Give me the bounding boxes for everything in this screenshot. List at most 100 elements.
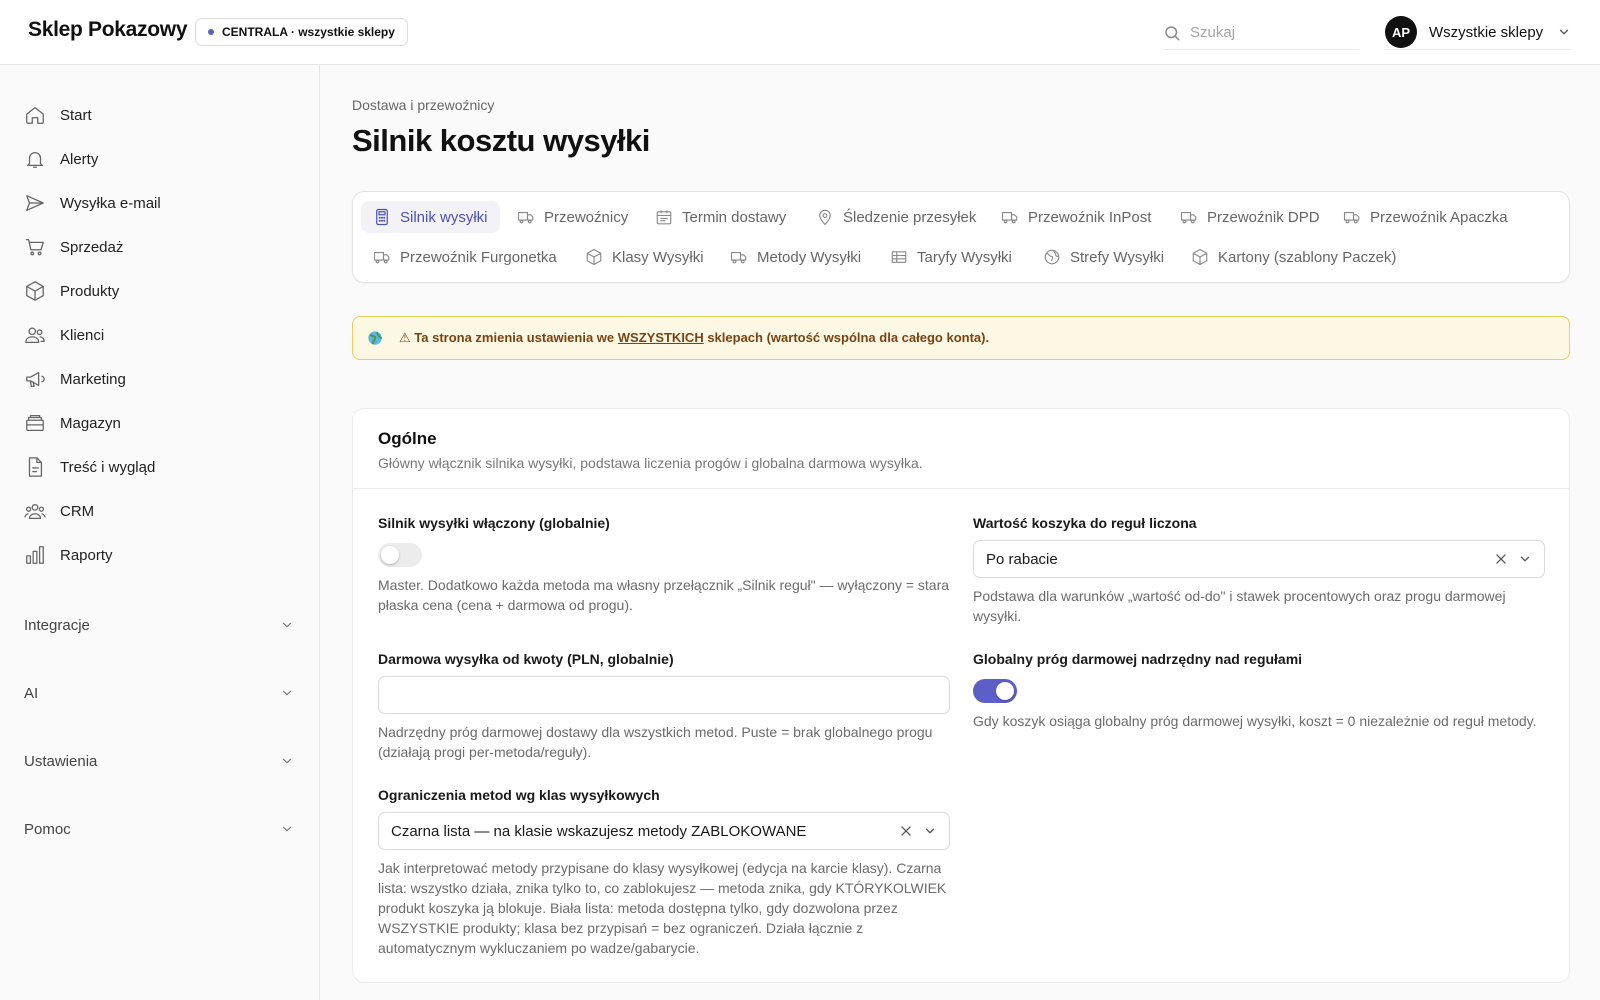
sidebar-item-label: Treść i wygląd — [60, 458, 156, 476]
tab-przewoznik-dpd[interactable]: Przewoźnik DPD — [1168, 201, 1332, 233]
field-label: Ograniczenia metod wg klas wysyłkowych — [378, 787, 660, 803]
field-class-restrictions: Ograniczenia metod wg klas wysyłkowych C… — [378, 787, 950, 958]
field-free-shipping-from: Darmowa wysyłka od kwoty (PLN, globalnie… — [378, 651, 950, 762]
tab-label: Przewoźnik Apaczka — [1370, 208, 1508, 226]
tab-label: Przewoźnik InPost — [1028, 208, 1152, 226]
sidebar-item-marketing[interactable]: Marketing — [24, 365, 126, 393]
store-switcher-label: Wszystkie sklepy — [1429, 23, 1544, 41]
tab-label: Taryfy Wysyłki — [917, 248, 1012, 266]
section-description: Główny włącznik silnika wysyłki, podstaw… — [378, 455, 923, 471]
cart-value-basis-select[interactable]: Po rabacie — [973, 540, 1545, 578]
free-shipping-amount-input[interactable] — [378, 676, 950, 714]
search-box[interactable] — [1163, 16, 1359, 50]
tab-label: Termin dostawy — [682, 208, 787, 226]
tab-przewoznik-apaczka[interactable]: Przewoźnik Apaczka — [1331, 201, 1520, 233]
megaphone-icon — [24, 368, 46, 390]
tab-metody-wysylki[interactable]: Metody Wysyłki — [718, 241, 873, 273]
sidebar-group-label: Integracje — [24, 616, 90, 634]
sidebar-item-produkty[interactable]: Produkty — [24, 277, 119, 305]
tab-silnik-wysylki[interactable]: Silnik wysyłki — [361, 201, 500, 233]
tab-label: Przewoźnik DPD — [1207, 208, 1320, 226]
sidebar-item-tresc-i-wyglad[interactable]: Treść i wygląd — [24, 453, 155, 481]
sidebar-item-label: Start — [60, 106, 92, 124]
box-icon — [24, 280, 46, 302]
avatar[interactable]: AP — [1385, 16, 1417, 48]
tab-kartony[interactable]: Kartony (szablony Paczek) — [1179, 241, 1408, 273]
chevron-down-icon[interactable] — [1518, 552, 1532, 566]
tab-label: Przewoźnicy — [544, 208, 629, 226]
global-threshold-toggle[interactable] — [973, 679, 1017, 703]
sidebar: Start Alerty Wysyłka e-mail Sprzedaż Pro… — [0, 65, 320, 1000]
sidebar-item-label: Marketing — [60, 370, 126, 388]
sidebar-item-sprzedaz[interactable]: Sprzedaż — [24, 233, 123, 261]
tab-przewoznicy[interactable]: Przewoźnicy — [505, 201, 640, 233]
breadcrumb[interactable]: Dostawa i przewoźnicy — [352, 97, 494, 113]
truck-icon — [1343, 208, 1361, 226]
engine-enabled-toggle[interactable] — [378, 543, 422, 567]
tab-strefy-wysylki[interactable]: Strefy Wysyłki — [1031, 241, 1176, 273]
field-cart-value-basis: Wartość koszyka do reguł liczona Po raba… — [973, 515, 1545, 626]
sidebar-group-label: Pomoc — [24, 820, 71, 838]
clear-icon[interactable] — [1494, 552, 1508, 566]
tab-przewoznik-furgonetka[interactable]: Przewoźnik Furgonetka — [361, 241, 569, 273]
status-dot — [208, 29, 214, 35]
field-label: Globalny próg darmowej nadrzędny nad reg… — [973, 651, 1303, 667]
field-label: Silnik wysyłki włączony (globalnie) — [378, 515, 610, 531]
alert-message: ⚠ Ta strona zmienia ustawienia we WSZYST… — [399, 330, 989, 346]
tab-label: Strefy Wysyłki — [1070, 248, 1165, 266]
field-global-threshold-override: Globalny próg darmowej nadrzędny nad reg… — [973, 651, 1545, 731]
tab-label: Metody Wysyłki — [757, 248, 862, 266]
sidebar-item-label: Klienci — [60, 326, 105, 344]
tab-taryfy-wysylki[interactable]: Taryfy Wysyłki — [878, 241, 1024, 273]
search-input[interactable] — [1190, 24, 1350, 41]
sidebar-item-alerty[interactable]: Alerty — [24, 145, 98, 173]
chevron-down-icon — [280, 686, 294, 700]
field-label: Darmowa wysyłka od kwoty (PLN, globalnie… — [378, 651, 674, 667]
tab-label: Kartony (szablony Paczek) — [1218, 248, 1397, 266]
tab-label: Śledzenie przesyłek — [843, 208, 977, 226]
sidebar-item-wysylka-email[interactable]: Wysyłka e-mail — [24, 189, 161, 217]
sidebar-item-magazyn[interactable]: Magazyn — [24, 409, 121, 437]
chevron-down-icon — [280, 822, 294, 836]
tab-termin-dostawy[interactable]: Termin dostawy — [643, 201, 798, 233]
sidebar-item-label: Wysyłka e-mail — [60, 194, 161, 212]
tab-label: Klasy Wysyłki — [612, 248, 704, 266]
sidebar-group-integracje[interactable]: Integracje — [24, 611, 294, 639]
sidebar-item-start[interactable]: Start — [24, 101, 92, 129]
store-badge[interactable]: CENTRALA · wszystkie sklepy — [195, 18, 408, 46]
field-engine-enabled: Silnik wysyłki włączony (globalnie) Mast… — [378, 515, 950, 615]
sidebar-group-ai[interactable]: AI — [24, 679, 294, 707]
calendar-icon — [655, 208, 673, 226]
chevron-down-icon — [1557, 25, 1571, 39]
clear-icon[interactable] — [899, 824, 913, 838]
sidebar-group-pomoc[interactable]: Pomoc — [24, 815, 294, 843]
chevron-down-icon — [280, 618, 294, 632]
truck-icon — [730, 248, 748, 266]
search-icon — [1163, 24, 1181, 42]
sidebar-item-crm[interactable]: CRM — [24, 497, 94, 525]
app-logo[interactable]: Sklep Pokazowy — [28, 18, 188, 42]
field-label: Wartość koszyka do reguł liczona — [973, 515, 1197, 531]
sidebar-group-label: Ustawienia — [24, 752, 98, 770]
sidebar-item-label: CRM — [60, 502, 95, 520]
sidebar-item-klienci[interactable]: Klienci — [24, 321, 104, 349]
sidebar-item-label: Alerty — [60, 150, 99, 168]
calculator-icon — [373, 208, 391, 226]
sidebar-item-label: Sprzedaż — [60, 238, 124, 256]
sidebar-group-ustawienia[interactable]: Ustawienia — [24, 747, 294, 775]
tab-sledzenie-przesylek[interactable]: Śledzenie przesyłek — [804, 201, 988, 233]
users-icon — [24, 324, 46, 346]
tab-przewoznik-inpost[interactable]: Przewoźnik InPost — [989, 201, 1163, 233]
truck-icon — [517, 208, 535, 226]
box-icon — [585, 248, 603, 266]
sidebar-item-raporty[interactable]: Raporty — [24, 541, 113, 569]
bell-icon — [24, 148, 46, 170]
field-help: Jak interpretować metody przypisane do k… — [378, 860, 947, 956]
class-restrictions-select[interactable]: Czarna lista — na klasie wskazujesz meto… — [378, 812, 950, 850]
field-help: Nadrzędny próg darmowej dostawy dla wszy… — [378, 724, 933, 760]
store-switcher[interactable]: AP Wszystkie sklepy — [1385, 15, 1571, 50]
select-value: Po rabacie — [986, 550, 1058, 568]
chevron-down-icon[interactable] — [923, 824, 937, 838]
tab-label: Silnik wysyłki — [400, 208, 488, 226]
tab-klasy-wysylki[interactable]: Klasy Wysyłki — [573, 241, 716, 273]
